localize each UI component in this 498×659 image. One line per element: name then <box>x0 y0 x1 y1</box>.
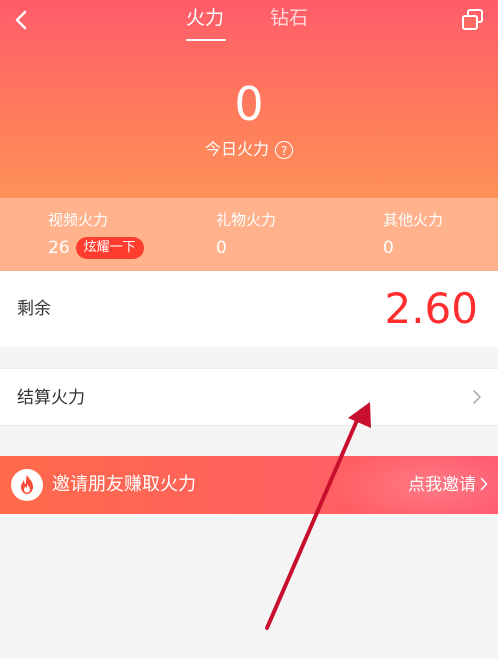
invite-text: 邀请朋友赚取火力 <box>52 474 196 495</box>
hero-header: 火力 钻石 0 今日火力? <box>0 0 498 198</box>
stat-name: 礼物火力 <box>216 211 277 229</box>
today-firepower-row: 今日火力? <box>0 138 498 161</box>
stat-gift-firepower: 礼物火力 0 <box>216 210 356 260</box>
invite-banner[interactable]: 邀请朋友赚取火力 点我邀请 <box>0 456 498 514</box>
tab-zuanshi[interactable]: 钻石 <box>270 6 308 30</box>
stat-other-firepower: 其他火力 0 <box>383 210 498 260</box>
settle-firepower-row[interactable]: 结算火力 <box>0 368 498 426</box>
show-off-button[interactable]: 炫耀一下 <box>75 237 144 259</box>
today-firepower-label: 今日火力 <box>204 139 269 159</box>
stat-video-firepower: 视频火力 26 炫耀一下 <box>48 210 188 260</box>
remaining-amount: 2.60 <box>384 284 478 333</box>
chevron-right-icon <box>473 390 481 404</box>
invite-cta[interactable]: 点我邀请 <box>408 473 476 497</box>
share-card-icon[interactable] <box>460 8 486 32</box>
remaining-row: 剩余 2.60 <box>0 271 498 347</box>
active-tab-indicator <box>186 39 226 41</box>
stat-name: 视频火力 <box>48 211 109 229</box>
question-circle-icon[interactable]: ? <box>275 140 293 159</box>
stat-value: 0 <box>216 238 227 258</box>
chevron-right-icon <box>480 477 488 491</box>
today-firepower-value: 0 <box>234 77 264 131</box>
tab-bar: 火力 钻石 <box>0 6 498 41</box>
stat-value: 0 <box>383 238 394 258</box>
remaining-label: 剩余 <box>17 299 51 319</box>
stat-value: 26 <box>48 238 70 258</box>
fire-icon <box>11 469 43 501</box>
firepower-stats: 视频火力 26 炫耀一下 礼物火力 0 其他火力 0 <box>0 198 498 271</box>
tab-huoli[interactable]: 火力 <box>186 6 224 30</box>
settle-firepower-label: 结算火力 <box>17 388 85 408</box>
stat-name: 其他火力 <box>383 211 444 229</box>
